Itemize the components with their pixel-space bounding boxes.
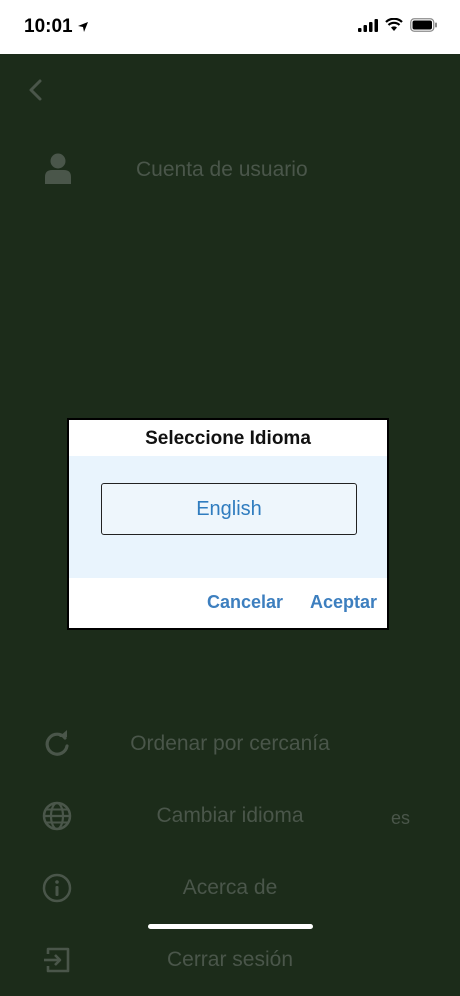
location-arrow-icon bbox=[77, 22, 88, 32]
battery-icon bbox=[410, 18, 437, 32]
home-indicator[interactable] bbox=[148, 924, 313, 929]
wifi-icon bbox=[385, 18, 403, 31]
dialog-title: Seleccione Idioma bbox=[145, 428, 311, 449]
accept-button[interactable]: Aceptar bbox=[310, 592, 377, 613]
status-icons bbox=[358, 18, 438, 32]
dialog-body: English bbox=[69, 456, 387, 578]
dialog-actions: Cancelar Aceptar bbox=[69, 578, 387, 628]
cellular-signal-icon bbox=[358, 18, 378, 32]
cancel-button[interactable]: Cancelar bbox=[207, 592, 283, 613]
settings-screen: Cuenta de usuario Ordenar por cercanía C… bbox=[0, 54, 460, 996]
clock: 10:01 bbox=[24, 16, 73, 37]
status-time: 10:01 bbox=[24, 16, 89, 38]
status-bar: 10:01 bbox=[0, 0, 460, 54]
language-picker[interactable]: English bbox=[101, 483, 357, 535]
language-dialog: Seleccione Idioma English Cancelar Acept… bbox=[67, 418, 389, 630]
